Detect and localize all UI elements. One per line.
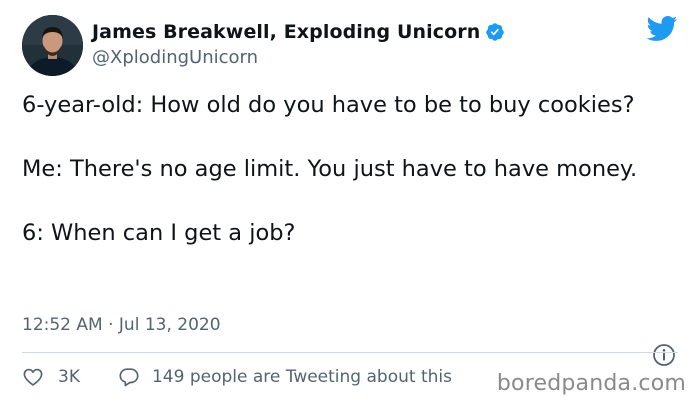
boredpanda-watermark: boredpanda.com: [496, 371, 686, 396]
actions-divider: [22, 352, 678, 353]
author-name-row: James Breakwell, Exploding Unicorn: [92, 21, 505, 43]
tweet-timestamp[interactable]: 12:52 AM · Jul 13, 2020: [22, 315, 221, 335]
author-handle[interactable]: @XplodingUnicorn: [92, 47, 258, 68]
verified-badge-icon: [485, 22, 505, 42]
tweet-line-1: 6-year-old: How old do you have to be to…: [22, 92, 635, 118]
like-count: 3K: [58, 367, 80, 387]
avatar[interactable]: [22, 15, 83, 76]
avatar-portrait: [22, 15, 83, 76]
reply-conversation-button[interactable]: 149 people are Tweeting about this: [118, 366, 452, 388]
tweet-card: James Breakwell, Exploding Unicorn @Xplo…: [0, 0, 700, 406]
reply-bubble-icon: [118, 366, 140, 388]
heart-icon: [22, 366, 44, 388]
like-button[interactable]: 3K: [22, 366, 80, 388]
twitter-bird-icon[interactable]: [645, 15, 678, 42]
tweet-actions: 3K 149 people are Tweeting about this: [22, 366, 452, 388]
info-icon[interactable]: [652, 343, 676, 367]
tweet-body: 6-year-old: How old do you have to be to…: [22, 89, 652, 249]
author-display-name[interactable]: James Breakwell, Exploding Unicorn: [92, 21, 480, 43]
tweet-line-2: Me: There's no age limit. You just have …: [22, 156, 638, 182]
tweeting-about-link: 149 people are Tweeting about this: [151, 367, 452, 387]
tweet-line-3: 6: When can I get a job?: [22, 220, 296, 246]
